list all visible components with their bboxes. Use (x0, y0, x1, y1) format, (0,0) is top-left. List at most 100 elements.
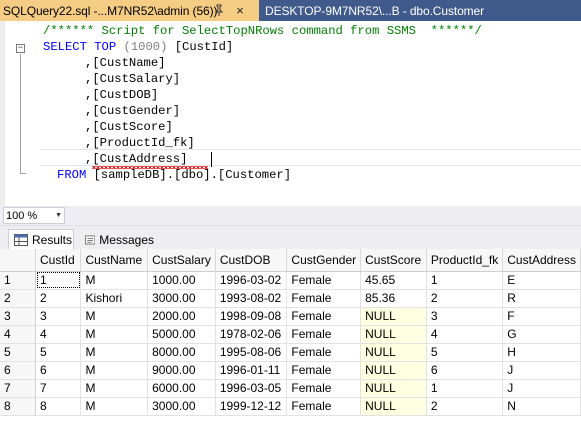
cell-custaddress[interactable]: E (502, 271, 581, 290)
cell-custgender[interactable]: Female (286, 307, 362, 326)
cell-custname[interactable]: Kishori (80, 289, 149, 308)
table-row[interactable]: 2 2 Kishori 3000.00 1993-08-02 Female 85.36 2 R (0, 289, 581, 308)
cell-custgender[interactable]: Female (286, 271, 362, 290)
cell-custdob[interactable]: 1978-02-06 (215, 325, 288, 344)
column-header-custsalary[interactable]: CustSalary (147, 249, 216, 272)
cell-custgender[interactable]: Female (286, 397, 362, 416)
cell-productid-fk[interactable]: 1 (426, 271, 504, 290)
cell-custsalary[interactable]: 5000.00 (147, 325, 216, 344)
cell-custdob[interactable]: 1996-01-11 (215, 361, 288, 380)
cell-custgender[interactable]: Female (286, 379, 362, 398)
cell-custname[interactable]: M (80, 307, 149, 326)
cell-custgender[interactable]: Female (286, 343, 362, 362)
cell-productid-fk[interactable]: 2 (426, 397, 504, 416)
cell-productid-fk[interactable]: 2 (426, 289, 504, 308)
tab-results[interactable]: Results (8, 229, 74, 250)
cell-custid[interactable]: 5 (35, 343, 82, 362)
table-row[interactable]: 3 3 M 2000.00 1998-09-08 Female NULL 3 F (0, 307, 581, 326)
horizontal-scrollbar[interactable] (69, 209, 581, 222)
cell-custdob[interactable]: 1993-08-02 (215, 289, 288, 308)
cell-custname[interactable]: M (80, 325, 149, 344)
table-row[interactable]: 5 5 M 8000.00 1995-08-06 Female NULL 5 H (0, 343, 581, 362)
cell-custaddress[interactable]: H (502, 343, 581, 362)
cell-custname[interactable]: M (80, 397, 149, 416)
column-header-custaddress[interactable]: CustAddress (502, 249, 581, 272)
cell-productid-fk[interactable]: 6 (426, 361, 504, 380)
cell-custscore[interactable]: 85.36 (360, 289, 427, 308)
row-number[interactable]: 8 (0, 397, 37, 416)
cell-custaddress[interactable]: F (502, 307, 581, 326)
cell-custname[interactable]: M (80, 343, 149, 362)
cell-custscore[interactable]: 45.65 (360, 271, 427, 290)
cell-custid[interactable]: 3 (35, 307, 82, 326)
column-header-custscore[interactable]: CustScore (360, 249, 427, 272)
cell-custdob[interactable]: 1996-03-02 (215, 271, 288, 290)
cell-custid[interactable]: 4 (35, 325, 82, 344)
close-icon[interactable]: × (232, 2, 248, 18)
table-row[interactable]: 8 8 M 3000.00 1999-12-12 Female NULL 2 N (0, 397, 581, 416)
tab-customer-table[interactable]: DESKTOP-9M7NR52\...B - dbo.Customer (261, 0, 581, 21)
cell-custdob[interactable]: 1999-12-12 (215, 397, 288, 416)
cell-custsalary[interactable]: 8000.00 (147, 343, 216, 362)
cell-custsalary[interactable]: 1000.00 (147, 271, 216, 290)
cell-custaddress[interactable]: R (502, 289, 581, 308)
cell-productid-fk[interactable]: 1 (426, 379, 504, 398)
cell-custid[interactable]: 1 (35, 271, 82, 290)
cell-custaddress[interactable]: N (502, 397, 581, 416)
table-row[interactable]: 4 4 M 5000.00 1978-02-06 Female NULL 4 G (0, 325, 581, 344)
row-number[interactable]: 7 (0, 379, 37, 398)
table-row[interactable]: 6 6 M 9000.00 1996-01-11 Female NULL 6 J (0, 361, 581, 380)
cell-custscore[interactable]: NULL (360, 343, 427, 362)
column-header-custid[interactable]: CustId (35, 249, 82, 272)
cell-custdob[interactable]: 1998-09-08 (215, 307, 288, 326)
cell-custdob[interactable]: 1995-08-06 (215, 343, 288, 362)
row-number[interactable]: 4 (0, 325, 37, 344)
cell-custname[interactable]: M (80, 379, 149, 398)
cell-custscore[interactable]: NULL (360, 397, 427, 416)
column-header-custgender[interactable]: CustGender (286, 249, 362, 272)
cell-custid[interactable]: 7 (35, 379, 82, 398)
cell-custscore[interactable]: NULL (360, 361, 427, 380)
pin-icon[interactable] (212, 3, 226, 17)
cell-custaddress[interactable]: G (502, 325, 581, 344)
cell-custid[interactable]: 8 (35, 397, 82, 416)
cell-custsalary[interactable]: 2000.00 (147, 307, 216, 326)
row-number[interactable]: 5 (0, 343, 37, 362)
cell-custgender[interactable]: Female (286, 289, 362, 308)
cell-custsalary[interactable]: 6000.00 (147, 379, 216, 398)
cell-productid-fk[interactable]: 5 (426, 343, 504, 362)
tab-messages[interactable]: Messages (80, 229, 154, 250)
cell-custname[interactable]: M (80, 361, 149, 380)
cell-custid[interactable]: 2 (35, 289, 82, 308)
zoom-select[interactable]: 100 % ▼ (3, 207, 65, 224)
row-number[interactable]: 6 (0, 361, 37, 380)
cell-custsalary[interactable]: 9000.00 (147, 361, 216, 380)
column-header-productid-fk[interactable]: ProductId_fk (426, 249, 504, 272)
cell-custgender[interactable]: Female (286, 325, 362, 344)
cell-custgender[interactable]: Female (286, 361, 362, 380)
chevron-down-icon[interactable]: ▼ (55, 212, 62, 219)
cell-custdob[interactable]: 1996-03-05 (215, 379, 288, 398)
table-row[interactable]: 7 7 M 6000.00 1996-03-05 Female NULL 1 J (0, 379, 581, 398)
results-grid[interactable]: CustId CustName CustSalary CustDOB CustG… (0, 249, 581, 423)
cell-productid-fk[interactable]: 4 (426, 325, 504, 344)
cell-custaddress[interactable]: J (502, 379, 581, 398)
tab-sqlquery22[interactable]: SQLQuery22.sql -...M7NR52\admin (56)) × (0, 0, 259, 21)
cell-custid[interactable]: 6 (35, 361, 82, 380)
cell-custaddress[interactable]: J (502, 361, 581, 380)
column-header-rownum[interactable] (0, 249, 37, 272)
column-header-custname[interactable]: CustName (80, 249, 149, 272)
cell-custsalary[interactable]: 3000.00 (147, 397, 216, 416)
cell-productid-fk[interactable]: 3 (426, 307, 504, 326)
column-header-custdob[interactable]: CustDOB (215, 249, 288, 272)
cell-custscore[interactable]: NULL (360, 325, 427, 344)
row-number[interactable]: 3 (0, 307, 37, 326)
cell-custscore[interactable]: NULL (360, 307, 427, 326)
table-row[interactable]: 1 1 M 1000.00 1996-03-02 Female 45.65 1 E (0, 271, 581, 290)
sql-editor[interactable]: − /****** Script for SelectTopNRows comm… (0, 21, 581, 206)
cell-custsalary[interactable]: 3000.00 (147, 289, 216, 308)
cell-custscore[interactable]: NULL (360, 379, 427, 398)
row-number[interactable]: 2 (0, 289, 37, 308)
row-number[interactable]: 1 (0, 271, 37, 290)
cell-custname[interactable]: M (80, 271, 149, 290)
